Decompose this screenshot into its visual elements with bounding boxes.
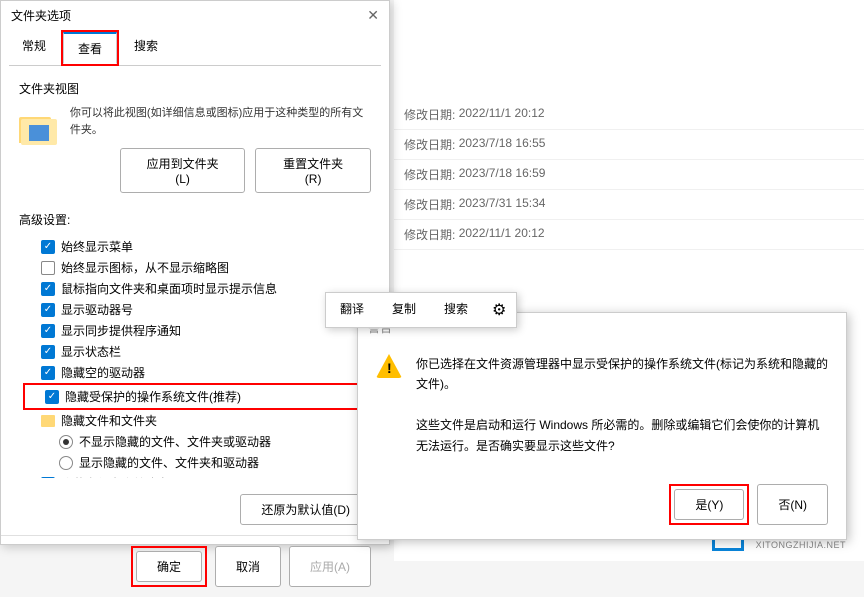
date-label: 修改日期: — [404, 106, 455, 123]
file-row[interactable]: 修改日期: 2023/7/18 16:59 — [394, 160, 864, 190]
dialog-title: 文件夹选项 — [11, 7, 71, 24]
gear-icon[interactable]: ⚙ — [482, 293, 516, 327]
tree-item[interactable]: 显示驱动器号 — [23, 299, 371, 320]
reset-folders-button[interactable]: 重置文件夹(R) — [255, 148, 371, 193]
date-label: 修改日期: — [404, 136, 455, 153]
tree-item-label: 显示同步提供程序通知 — [61, 322, 181, 339]
view-section-label: 文件夹视图 — [19, 80, 371, 97]
checkbox-icon[interactable] — [41, 477, 55, 479]
tab-view[interactable]: 查看 — [63, 32, 117, 64]
date-value: 2022/11/1 20:12 — [459, 106, 545, 123]
context-menu: 翻译 复制 搜索 ⚙ — [325, 292, 517, 328]
yes-button[interactable]: 是(Y) — [674, 489, 744, 520]
checkbox-icon[interactable] — [41, 345, 55, 359]
checkbox-icon[interactable] — [41, 366, 55, 380]
title-bar: 文件夹选项 ✕ — [1, 1, 389, 30]
tree-item[interactable]: 隐藏文件夹合并冲突 — [23, 473, 371, 478]
tree-item[interactable]: 隐藏文件和文件夹 — [23, 410, 371, 431]
tab-search[interactable]: 搜索 — [119, 30, 173, 66]
tree-item[interactable]: 隐藏空的驱动器 — [23, 362, 371, 383]
warning-dialog: 警告 ! 你已选择在文件资源管理器中显示受保护的操作系统文件(标记为系统和隐藏的… — [357, 312, 847, 540]
tree-item-label: 隐藏受保护的操作系统文件(推荐) — [65, 388, 241, 405]
ok-button[interactable]: 确定 — [136, 551, 202, 582]
tree-item[interactable]: 显示隐藏的文件、文件夹和驱动器 — [23, 452, 371, 473]
date-value: 2023/7/18 16:55 — [459, 136, 546, 153]
advanced-tree[interactable]: 始终显示菜单始终显示图标，从不显示缩略图鼠标指向文件夹和桌面项时显示提示信息显示… — [19, 236, 371, 478]
file-row[interactable]: 修改日期: 2023/7/31 15:34 — [394, 190, 864, 220]
checkbox-icon[interactable] — [41, 282, 55, 296]
view-description: 你可以将此视图(如详细信息或图标)应用于这种类型的所有文件夹。 — [70, 105, 371, 138]
tree-item-label: 隐藏空的驱动器 — [61, 364, 145, 381]
tree-item[interactable]: 不显示隐藏的文件、文件夹或驱动器 — [23, 431, 371, 452]
checkbox-icon[interactable] — [41, 261, 55, 275]
warning-line2: 这些文件是启动和运行 Windows 所必需的。删除或编辑它们会使你的计算机无法… — [416, 415, 828, 456]
tree-item[interactable]: 始终显示图标，从不显示缩略图 — [23, 257, 371, 278]
radio-icon[interactable] — [59, 435, 73, 449]
tree-item-label: 隐藏文件和文件夹 — [61, 412, 157, 429]
file-row[interactable]: 修改日期: 2022/11/1 20:12 — [394, 100, 864, 130]
tree-item[interactable]: 隐藏受保护的操作系统文件(推荐) — [27, 386, 367, 407]
ctx-copy[interactable]: 复制 — [378, 293, 430, 327]
apply-button[interactable]: 应用(A) — [289, 546, 371, 587]
tree-item-label: 隐藏文件夹合并冲突 — [61, 475, 169, 478]
folder-options-dialog: 文件夹选项 ✕ 常规 查看 搜索 文件夹视图 你可以将此视图(如详细信息或图标)… — [0, 0, 390, 545]
tree-item[interactable]: 鼠标指向文件夹和桌面项时显示提示信息 — [23, 278, 371, 299]
file-row[interactable]: 修改日期: 2022/11/1 20:12 — [394, 220, 864, 250]
tree-item[interactable]: 显示同步提供程序通知 — [23, 320, 371, 341]
apply-to-folders-button[interactable]: 应用到文件夹(L) — [120, 148, 245, 193]
radio-icon[interactable] — [59, 456, 73, 470]
warning-line1: 你已选择在文件资源管理器中显示受保护的操作系统文件(标记为系统和隐藏的文件)。 — [416, 354, 828, 395]
tree-item-label: 不显示隐藏的文件、文件夹或驱动器 — [79, 433, 271, 450]
date-value: 2023/7/31 15:34 — [459, 196, 546, 213]
warning-icon: ! — [376, 354, 402, 380]
restore-defaults-button[interactable]: 还原为默认值(D) — [240, 494, 371, 525]
cancel-button[interactable]: 取消 — [215, 546, 281, 587]
tree-item-label: 显示状态栏 — [61, 343, 121, 360]
tabs: 常规 查看 搜索 — [1, 30, 389, 66]
checkbox-icon[interactable] — [45, 390, 59, 404]
date-value: 2022/11/1 20:12 — [459, 226, 545, 243]
tree-item-label: 显示隐藏的文件、文件夹和驱动器 — [79, 454, 259, 471]
close-icon[interactable]: ✕ — [367, 7, 379, 24]
ctx-translate[interactable]: 翻译 — [326, 293, 378, 327]
tree-item[interactable]: 显示状态栏 — [23, 341, 371, 362]
advanced-label: 高级设置: — [19, 211, 371, 228]
checkbox-icon[interactable] — [41, 240, 55, 254]
file-row[interactable]: 修改日期: 2023/7/18 16:55 — [394, 130, 864, 160]
date-label: 修改日期: — [404, 166, 455, 183]
watermark-url: XITONGZHIJIA.NET — [756, 540, 846, 550]
folder-icon — [41, 415, 55, 427]
date-label: 修改日期: — [404, 226, 455, 243]
ctx-search[interactable]: 搜索 — [430, 293, 482, 327]
tree-item-label: 鼠标指向文件夹和桌面项时显示提示信息 — [61, 280, 277, 297]
warning-text: 你已选择在文件资源管理器中显示受保护的操作系统文件(标记为系统和隐藏的文件)。 … — [416, 354, 828, 456]
folder-icon — [19, 109, 56, 145]
date-value: 2023/7/18 16:59 — [459, 166, 546, 183]
tree-item-label: 始终显示菜单 — [61, 238, 133, 255]
tree-item-label: 始终显示图标，从不显示缩略图 — [61, 259, 229, 276]
tab-general[interactable]: 常规 — [7, 30, 61, 66]
date-label: 修改日期: — [404, 196, 455, 213]
checkbox-icon[interactable] — [41, 324, 55, 338]
tree-item[interactable]: 始终显示菜单 — [23, 236, 371, 257]
no-button[interactable]: 否(N) — [757, 484, 828, 525]
checkbox-icon[interactable] — [41, 303, 55, 317]
tree-item-label: 显示驱动器号 — [61, 301, 133, 318]
